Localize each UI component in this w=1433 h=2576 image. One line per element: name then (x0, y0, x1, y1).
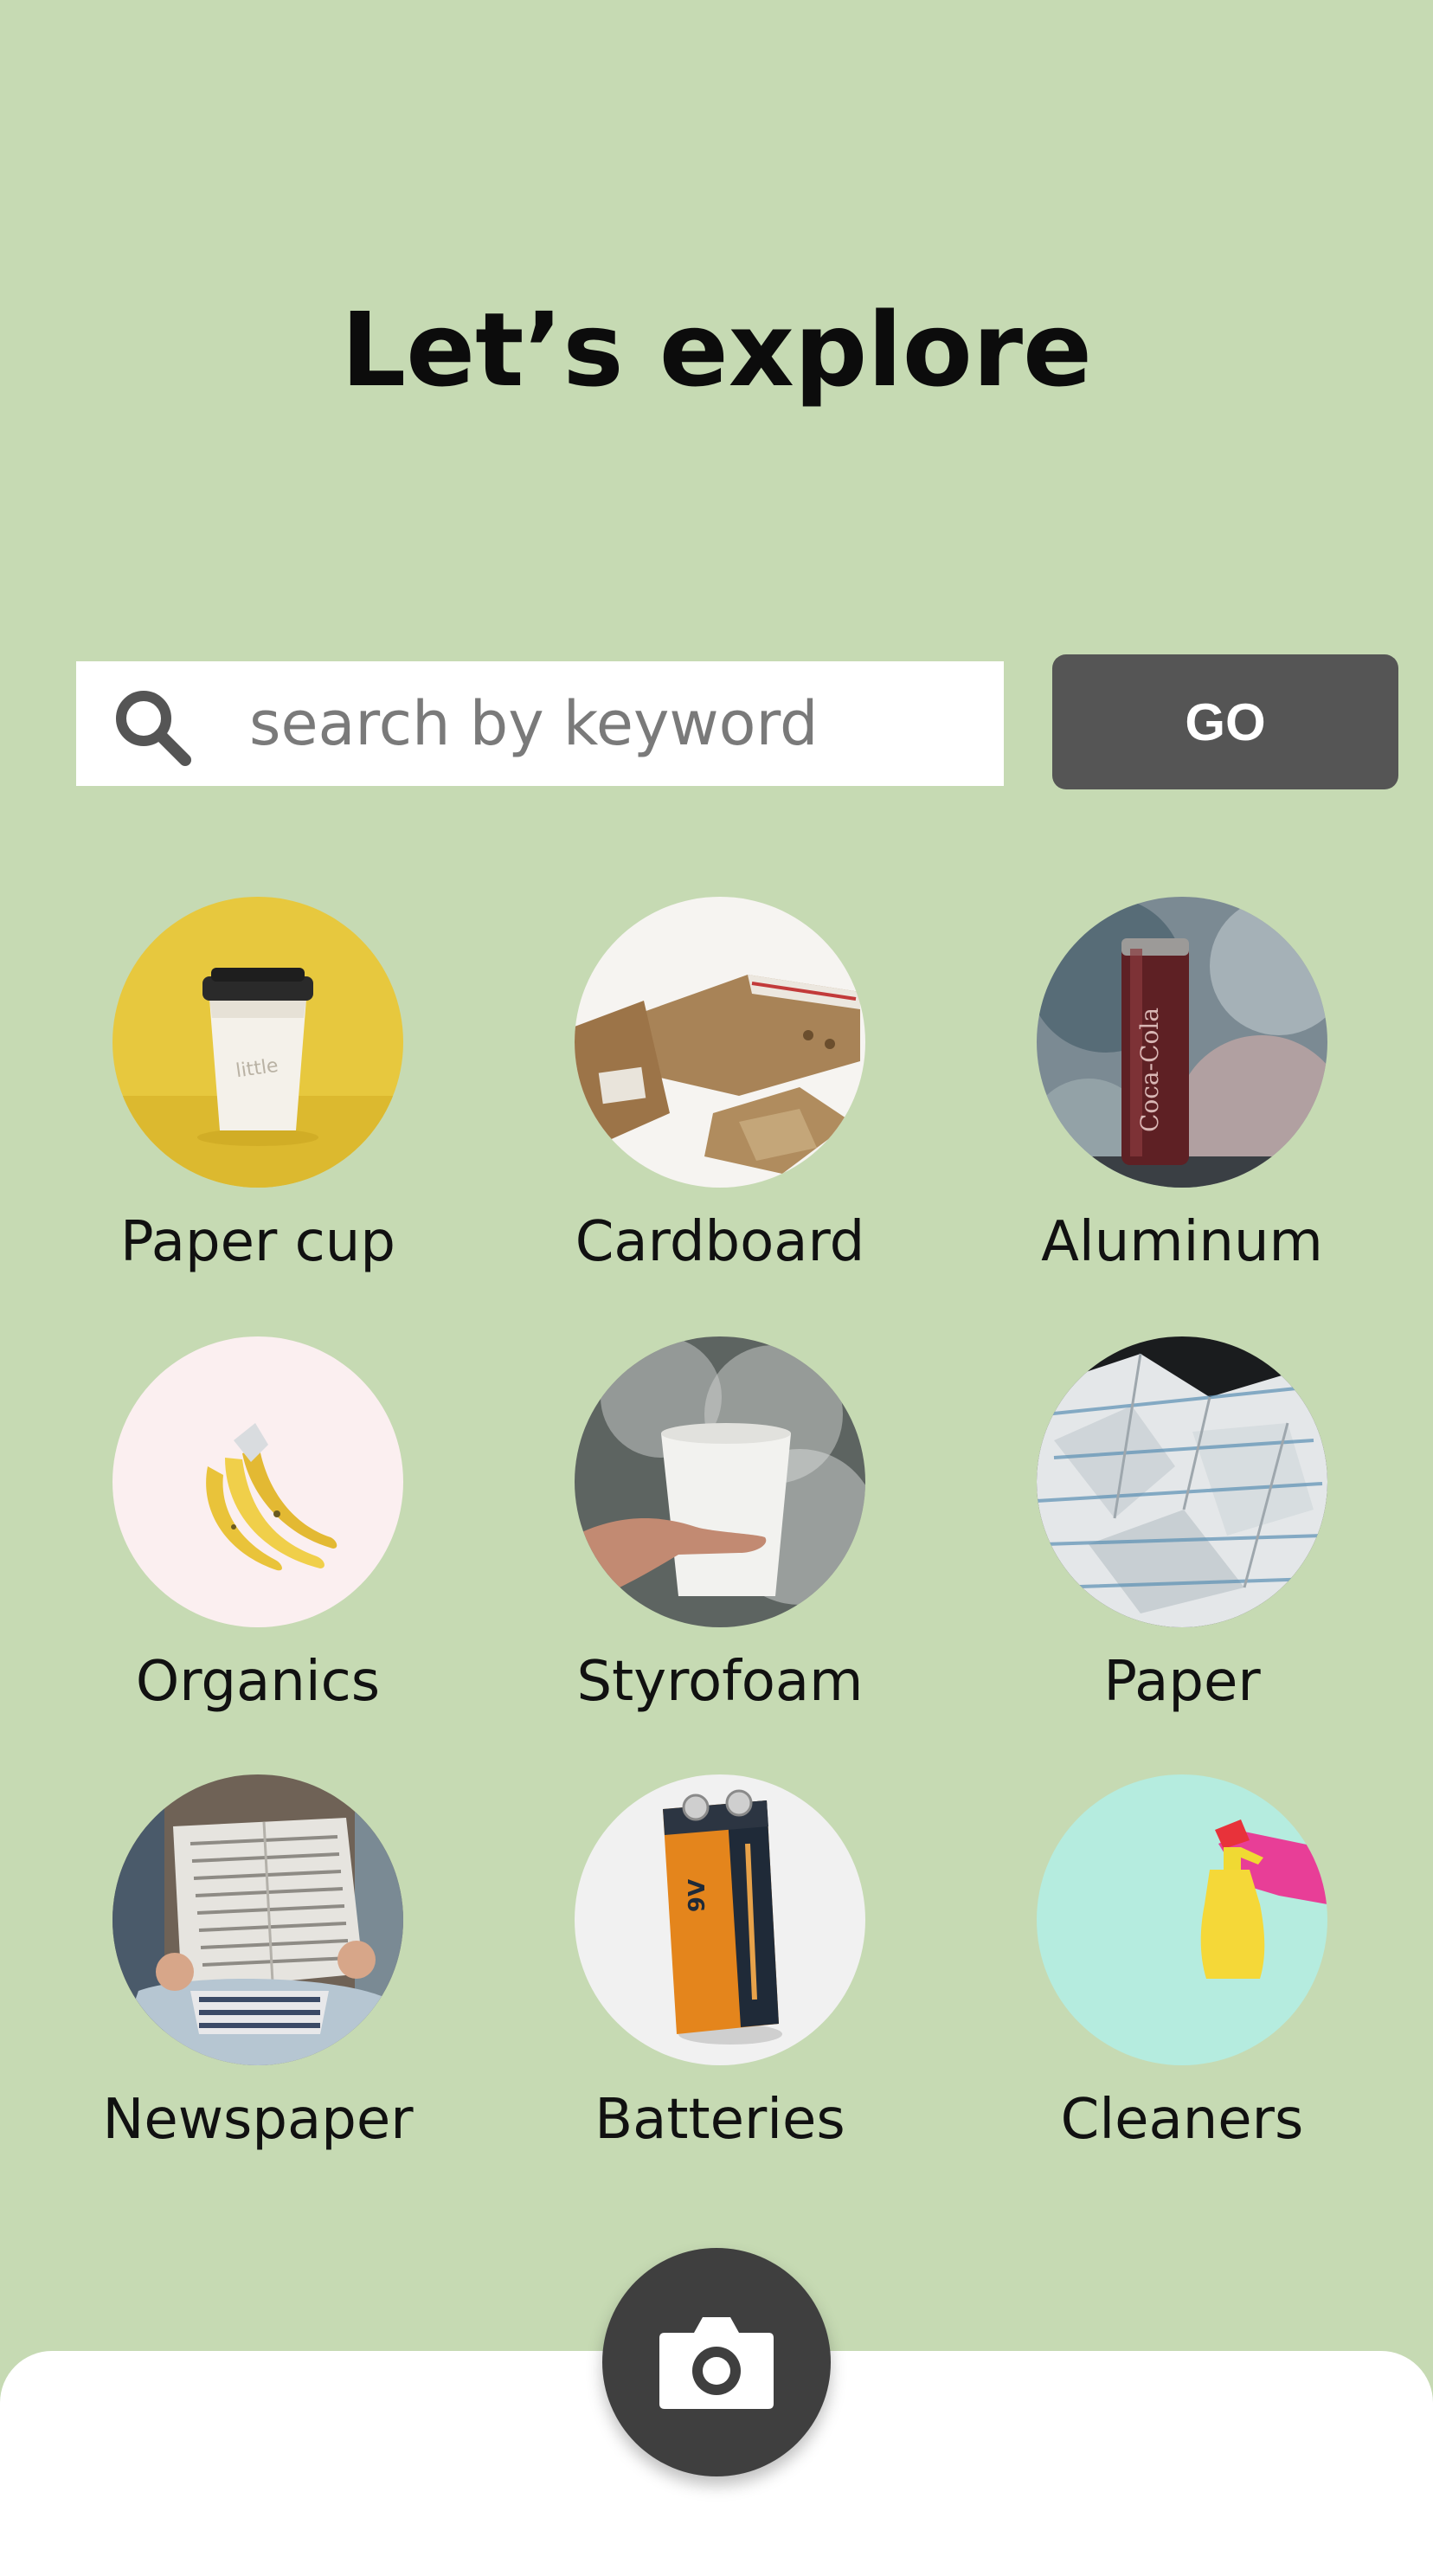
category-label: Paper cup (120, 1210, 395, 1274)
category-label: Newspaper (102, 2088, 414, 2152)
category-paper[interactable]: Paper (950, 1336, 1417, 1769)
camera-button[interactable] (602, 2248, 831, 2476)
bananas-image (112, 1336, 403, 1627)
category-newspaper[interactable]: Newspaper (26, 1774, 493, 2207)
category-label: Aluminum (1041, 1210, 1323, 1274)
category-cleaners[interactable]: Cleaners (950, 1774, 1417, 2207)
category-label: Cleaners (1060, 2088, 1304, 2152)
camera-icon (656, 2309, 777, 2416)
category-label: Organics (135, 1650, 381, 1714)
svg-text:Coca-Cola: Coca-Cola (1135, 1008, 1164, 1132)
search-input[interactable] (249, 679, 976, 769)
category-label: Cardboard (575, 1210, 865, 1274)
search-icon (109, 684, 196, 770)
spray-bottle-image (1037, 1774, 1327, 2065)
page-title: Let’s explore (340, 290, 1093, 409)
battery-image: 9V (575, 1774, 865, 2065)
search-bar[interactable] (76, 661, 1004, 786)
aluminum-can-image: Coca-Cola (1037, 897, 1327, 1188)
category-paper-cup[interactable]: little Paper cup (26, 897, 493, 1330)
category-aluminum[interactable]: Coca-Cola Aluminum (950, 897, 1417, 1330)
go-button[interactable]: GO (1052, 654, 1398, 789)
category-label: Batteries (594, 2088, 845, 2152)
newspaper-image (112, 1774, 403, 2065)
paper-cup-image: little (112, 897, 403, 1188)
category-organics[interactable]: Organics (26, 1336, 493, 1769)
svg-text:9V: 9V (684, 1879, 710, 1912)
cardboard-image (575, 897, 865, 1188)
category-cardboard[interactable]: Cardboard (488, 897, 955, 1330)
styrofoam-cup-image (575, 1336, 865, 1627)
category-batteries[interactable]: 9V Batteries (488, 1774, 955, 2207)
category-styrofoam[interactable]: Styrofoam (488, 1336, 955, 1769)
category-label: Styrofoam (576, 1650, 864, 1714)
category-label: Paper (1103, 1650, 1261, 1714)
crumpled-paper-image (1037, 1336, 1327, 1627)
